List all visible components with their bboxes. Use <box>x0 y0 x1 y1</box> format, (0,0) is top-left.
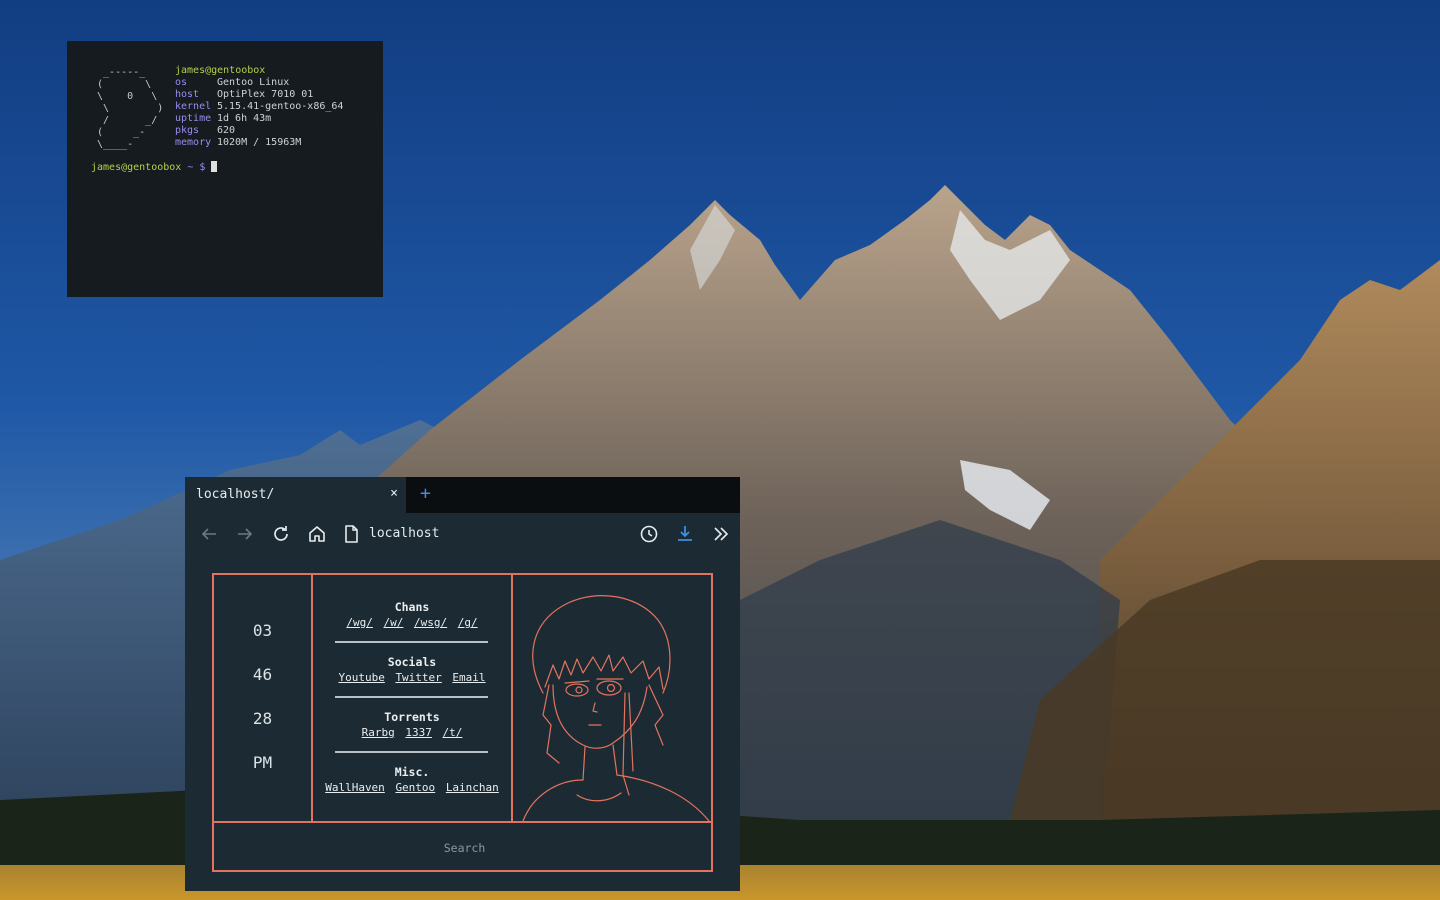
lain-portrait-lineart <box>522 595 710 822</box>
divider <box>335 751 488 753</box>
clock-minutes: 46 <box>252 665 273 684</box>
link-wallhaven[interactable]: WallHaven <box>325 781 385 794</box>
browser-window[interactable]: localhost/ × + localhost 03 46 28 PM Cha… <box>185 477 740 891</box>
section-torrents: Torrents Rarbg 1337 /t/ <box>313 709 511 741</box>
section-title: Misc. <box>394 765 430 779</box>
tab-close-icon[interactable]: × <box>390 486 398 501</box>
fetch-row-host: host OptiPlex 7010 01 <box>175 89 314 100</box>
download-icon[interactable] <box>673 522 697 546</box>
link-w[interactable]: /w/ <box>384 616 404 629</box>
fetch-row-uptime: uptime 1d 6h 43m <box>175 113 272 124</box>
link-gentoo[interactable]: Gentoo <box>395 781 435 794</box>
url-bar[interactable]: localhost <box>369 526 439 541</box>
fetch-row-kernel: kernel 5.15.41-gentoo-x86_64 <box>175 101 344 112</box>
fetch-row-os: os Gentoo Linux <box>175 77 290 88</box>
home-icon[interactable] <box>305 522 329 546</box>
section-socials: Socials Youtube Twitter Email <box>313 654 511 686</box>
ascii-line: \ ) <box>91 103 164 114</box>
tab-title: localhost/ <box>196 487 275 502</box>
reload-icon[interactable] <box>269 522 293 546</box>
search-panel <box>212 821 715 872</box>
link-g[interactable]: /g/ <box>458 616 478 629</box>
arrow-right-icon[interactable] <box>233 522 257 546</box>
ascii-line: ( _- <box>91 127 146 138</box>
link-wg[interactable]: /wg/ <box>346 616 373 629</box>
link-1337[interactable]: 1337 <box>405 726 432 739</box>
link-youtube[interactable]: Youtube <box>338 671 384 684</box>
lineart-panel <box>511 573 713 823</box>
new-tab-button[interactable]: + <box>420 483 431 504</box>
clock-period: PM <box>252 753 273 772</box>
double-chevron-icon[interactable] <box>709 522 733 546</box>
shell-prompt[interactable]: james@gentoobox ~ $ <box>91 161 218 174</box>
clock-panel: 03 46 28 PM <box>212 573 313 823</box>
divider <box>335 696 488 698</box>
section-chans: Chans /wg/ /w/ /wsg/ /g/ <box>313 599 511 631</box>
text-cursor <box>211 161 218 172</box>
ascii-line: \ 0 \ <box>91 91 158 102</box>
section-title: Socials <box>387 655 437 669</box>
links-panel: Chans /wg/ /w/ /wsg/ /g/ Socials Youtube… <box>311 573 513 823</box>
divider <box>335 641 488 643</box>
clock-icon[interactable] <box>637 522 661 546</box>
startpage: 03 46 28 PM Chans /wg/ /w/ /wsg/ /g/ Soc… <box>185 555 740 891</box>
link-twitter[interactable]: Twitter <box>395 671 441 684</box>
fetch-row-memory: memory 1020M / 15963M <box>175 137 302 148</box>
page-icon <box>339 522 363 546</box>
tab-localhost[interactable]: localhost/ × <box>185 477 406 513</box>
ascii-line: \____- <box>91 139 134 150</box>
ascii-line: / _/ <box>91 115 158 126</box>
clock-hours: 03 <box>252 621 273 640</box>
link-wsg[interactable]: /wsg/ <box>414 616 447 629</box>
link-lainchan[interactable]: Lainchan <box>446 781 499 794</box>
link-rarbg[interactable]: Rarbg <box>362 726 395 739</box>
tab-bar: localhost/ × + <box>185 477 740 513</box>
clock-seconds: 28 <box>252 709 273 728</box>
navigation-toolbar: localhost <box>185 513 740 555</box>
terminal-window[interactable]: _-----_ ( \ \ 0 \ \ ) / _/ ( _- \____- j… <box>67 41 383 297</box>
link-email[interactable]: Email <box>452 671 485 684</box>
link-t[interactable]: /t/ <box>443 726 463 739</box>
arrow-left-icon[interactable] <box>197 522 221 546</box>
section-title: Torrents <box>384 710 440 724</box>
search-input[interactable] <box>214 823 715 872</box>
fetch-user-host: james@gentoobox <box>175 65 266 76</box>
fetch-row-pkgs: pkgs 620 <box>175 125 236 136</box>
section-title: Chans <box>394 600 430 614</box>
ascii-line: ( \ <box>91 79 152 90</box>
section-misc: Misc. WallHaven Gentoo Lainchan <box>313 764 511 796</box>
ascii-line: _-----_ <box>91 67 146 78</box>
